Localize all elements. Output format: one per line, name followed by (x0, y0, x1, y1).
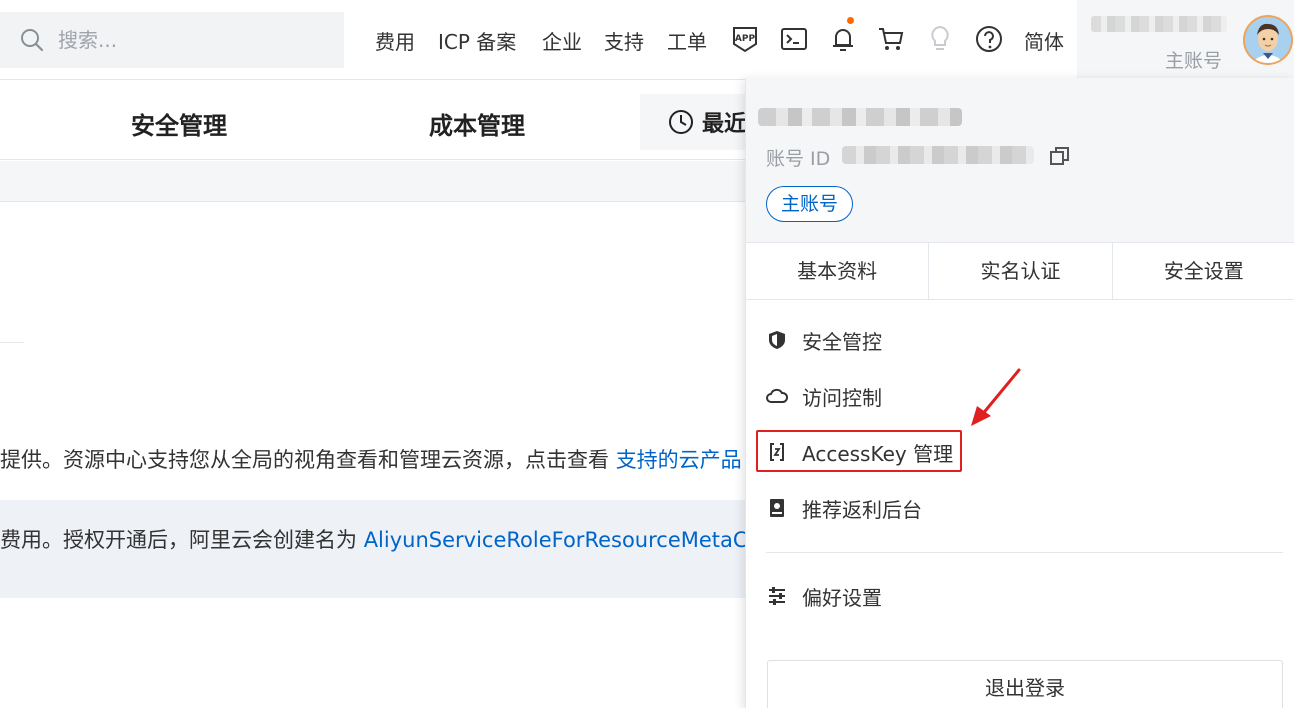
cloud-icon (766, 385, 788, 407)
app-download-icon[interactable]: APP (729, 23, 761, 55)
menu-item-label: 偏好设置 (802, 585, 882, 610)
search-icon (21, 29, 44, 52)
copy-icon[interactable] (1048, 144, 1072, 168)
menu-item-label: 访问控制 (802, 385, 882, 410)
menu-item-label: 推荐返利后台 (802, 497, 922, 522)
shield-icon (766, 329, 788, 351)
description-text: 提供。资源中心支持您从全局的视角查看和管理云资源，点击查看 (0, 448, 616, 472)
lightbulb-icon[interactable] (924, 23, 956, 55)
tab-cost-management[interactable]: 成本管理 (429, 106, 525, 141)
tab-basic-info[interactable]: 基本资料 (746, 243, 930, 299)
service-role-link[interactable]: AliyunServiceRoleForResourceMetaCente (364, 528, 795, 552)
account-id-label: 账号 ID (766, 148, 831, 170)
menu-item-label: 安全管控 (802, 329, 882, 354)
nav-link-ticket[interactable]: 工单 (667, 26, 707, 55)
menu-divider (766, 552, 1283, 553)
nav-link-enterprise[interactable]: 企业 (542, 26, 582, 55)
menu-item-access-control[interactable]: 访问控制 (766, 376, 882, 416)
menu-item-referral-backend[interactable]: 推荐返利后台 (766, 488, 922, 528)
svg-text:APP: APP (735, 34, 756, 44)
account-name-blurred (1091, 16, 1227, 32)
search-box[interactable] (0, 12, 344, 68)
tab-real-name-verification[interactable]: 实名认证 (929, 243, 1113, 299)
nav-link-fees[interactable]: 费用 (375, 26, 415, 55)
top-bar: 费用 ICP 备案 企业 支持 工单 APP (0, 0, 1294, 80)
account-id-value-blurred (842, 146, 1034, 164)
dropdown-account-header: 账号 ID 主账号 (746, 78, 1294, 242)
resource-center-description: 提供。资源中心支持您从全局的视角查看和管理云资源，点击查看 支持的云产品 (0, 444, 742, 474)
primary-account-badge: 主账号 (766, 186, 854, 222)
annotation-arrow-icon (971, 368, 1021, 426)
tab-security-management[interactable]: 安全管理 (131, 106, 227, 141)
help-icon[interactable] (973, 23, 1005, 55)
sliders-icon (766, 585, 788, 607)
clock-icon (669, 110, 693, 134)
notification-bell-icon[interactable] (827, 17, 859, 55)
search-input[interactable] (58, 28, 338, 52)
divider (0, 342, 24, 343)
notice-text-line: 费用。授权开通后，阿里云会创建名为 AliyunServiceRoleForRe… (0, 524, 795, 554)
notification-badge-dot (847, 17, 854, 24)
cart-icon[interactable] (875, 23, 907, 55)
account-role-label: 主账号 (1165, 50, 1223, 72)
dropdown-tabs: 基本资料 实名认证 安全设置 (746, 242, 1294, 300)
dropdown-account-name-blurred (758, 108, 962, 126)
contact-card-icon (766, 497, 788, 519)
menu-item-preferences[interactable]: 偏好设置 (766, 576, 882, 616)
logout-button[interactable]: 退出登录 (767, 660, 1283, 708)
language-switch[interactable]: 简体 (1024, 26, 1064, 55)
terminal-icon[interactable] (778, 23, 810, 55)
nav-link-icp[interactable]: ICP 备案 (438, 26, 516, 55)
nav-link-support[interactable]: 支持 (604, 26, 644, 55)
tab-security-settings[interactable]: 安全设置 (1113, 243, 1294, 299)
avatar[interactable] (1243, 15, 1293, 65)
supported-products-link[interactable]: 支持的云产品 (616, 448, 742, 472)
menu-item-security-control[interactable]: 安全管控 (766, 320, 882, 360)
accesskey-highlight-box (756, 430, 962, 472)
notice-text: 费用。授权开通后，阿里云会创建名为 (0, 528, 364, 552)
tab-recent-label: 最近 (702, 112, 747, 137)
